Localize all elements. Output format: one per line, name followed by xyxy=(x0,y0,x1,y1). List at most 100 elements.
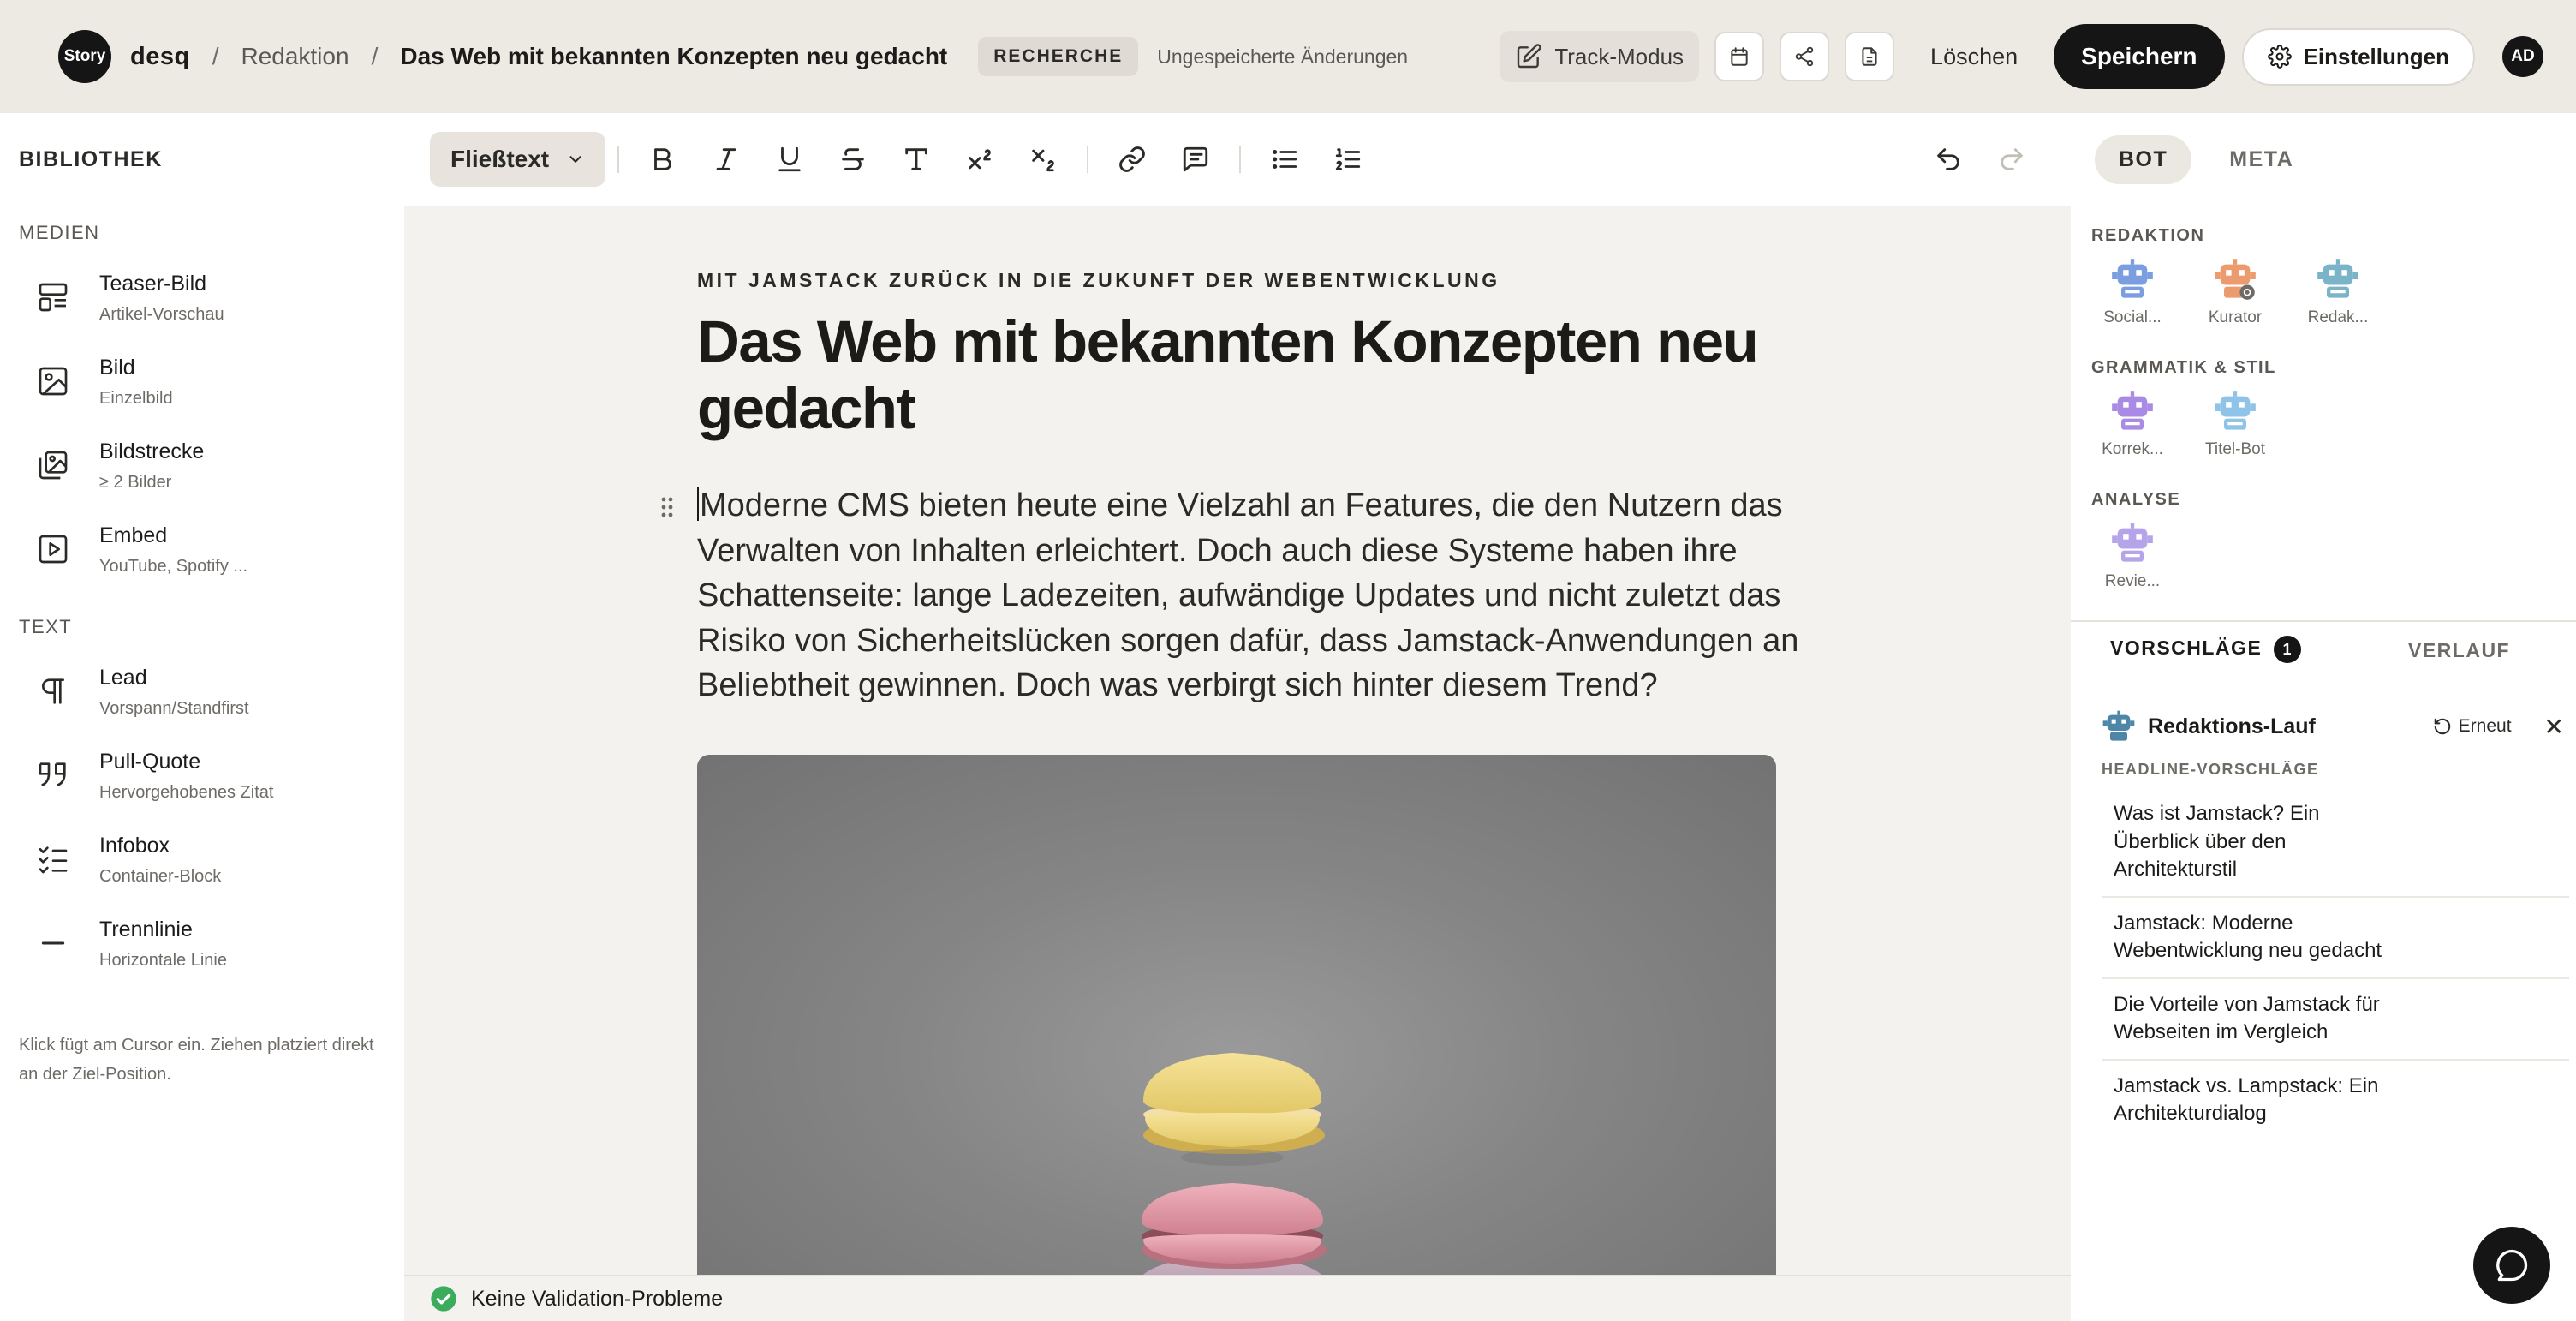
headline-suggestion[interactable]: Was ist Jamstack? Ein Überblick über den… xyxy=(2102,788,2569,898)
tab-history[interactable]: VERLAUF xyxy=(2408,639,2510,662)
bot-group-title: REDAKTION xyxy=(2091,226,2205,245)
robot-icon xyxy=(2215,259,2256,300)
user-avatar[interactable]: AD xyxy=(2502,36,2543,77)
link-button[interactable] xyxy=(1106,133,1159,186)
app-logo[interactable]: Story xyxy=(58,30,111,83)
italic-button[interactable] xyxy=(700,133,753,186)
drag-handle-icon[interactable] xyxy=(659,495,675,523)
image-icon xyxy=(39,367,68,396)
library-item-lead[interactable]: Lead Vorspann/Standfirst xyxy=(19,664,385,748)
bullet-list-button[interactable] xyxy=(1258,133,1311,186)
bot-group-title: GRAMMATIK & STIL xyxy=(2091,358,2276,377)
bot-label: Social... xyxy=(2103,308,2162,326)
status-badge[interactable]: RECHERCHE xyxy=(978,37,1139,76)
settings-button[interactable]: Einstellungen xyxy=(2241,27,2475,86)
library-item-sub: YouTube, Spotify ... xyxy=(99,557,248,576)
breadcrumb-section[interactable]: Redaktion xyxy=(241,43,349,70)
bold-button[interactable] xyxy=(636,133,689,186)
schedule-button[interactable] xyxy=(1714,32,1765,81)
brand-name: desq xyxy=(130,42,190,70)
quote-icon xyxy=(39,762,66,786)
retry-button[interactable]: Erneut xyxy=(2433,716,2512,737)
link-icon xyxy=(1119,146,1145,172)
tab-suggestions[interactable]: VORSCHLÄGE 1 xyxy=(2110,636,2302,663)
retry-label: Erneut xyxy=(2458,716,2512,736)
underline-button[interactable] xyxy=(763,133,816,186)
share-button[interactable] xyxy=(1780,32,1830,81)
validation-status-bar: Keine Validation-Probleme xyxy=(404,1275,2071,1321)
library-item-embed[interactable]: Embed YouTube, Spotify ... xyxy=(19,522,385,606)
bot-editorial[interactable]: Redak... xyxy=(2295,257,2381,327)
bullet-list-icon xyxy=(1273,149,1297,170)
bot-title[interactable]: Titel-Bot xyxy=(2192,389,2278,459)
comment-button[interactable] xyxy=(1169,133,1222,186)
headline-suggestion-text: Was ist Jamstack? Ein Überblick über den… xyxy=(2114,802,2320,881)
bot-curator[interactable]: Kurator xyxy=(2192,257,2278,327)
robot-icon xyxy=(2215,391,2256,430)
close-icon[interactable]: ✕ xyxy=(2544,713,2564,741)
numbered-list-button[interactable] xyxy=(1321,133,1374,186)
text-cursor xyxy=(697,487,699,521)
robot-icon xyxy=(2112,259,2153,298)
paragraph-style-select[interactable]: Fließtext xyxy=(430,132,606,187)
assistant-panel: BOT META REDAKTION Social... Kurator Red… xyxy=(2071,113,2576,1321)
document-icon xyxy=(1862,47,1877,66)
headline-suggestion[interactable]: Jamstack: Moderne Webentwicklung neu ged… xyxy=(2102,898,2569,979)
bot-reviewer[interactable]: Revie... xyxy=(2090,521,2175,591)
underline-icon xyxy=(778,146,801,172)
library-sidebar: BIBLIOTHEK MEDIEN Teaser-Bild Artikel-Vo… xyxy=(0,113,404,1321)
comment-icon xyxy=(1183,146,1208,172)
library-item-pull-quote[interactable]: Pull-Quote Hervorgehobenes Zitat xyxy=(19,748,385,832)
text-type-button[interactable] xyxy=(890,133,943,186)
italic-icon xyxy=(716,148,736,170)
library-item-divider[interactable]: Trennlinie Horizontale Linie xyxy=(19,916,385,1000)
bot-proofreader[interactable]: Korrek... xyxy=(2090,389,2175,459)
strikethrough-button[interactable] xyxy=(826,133,880,186)
library-item-sub: Artikel-Vorschau xyxy=(99,305,224,324)
headline-suggestion-text: Jamstack vs. Lampstack: Ein Architekturd… xyxy=(2114,1073,2379,1126)
library-item-gallery[interactable]: Bildstrecke ≥ 2 Bilder xyxy=(19,438,385,522)
superscript-icon xyxy=(969,149,991,170)
library-item-teaser-image[interactable]: Teaser-Bild Artikel-Vorschau xyxy=(19,270,385,354)
library-item-label: Embed xyxy=(99,523,168,547)
subscript-button[interactable] xyxy=(1017,133,1070,186)
article-kicker[interactable]: MIT JAMSTACK ZURÜCK IN DIE ZUKUNFT DER W… xyxy=(697,269,1500,292)
library-item-sub: Horizontale Linie xyxy=(99,951,227,970)
library-item-image[interactable]: Bild Einzelbild xyxy=(19,354,385,438)
tab-bot[interactable]: BOT xyxy=(2095,135,2192,184)
chevron-down-icon xyxy=(569,156,581,163)
document-button[interactable] xyxy=(1845,32,1895,81)
article-body-paragraph[interactable]: Moderne CMS bieten heute eine Vielzahl a… xyxy=(697,483,1802,708)
superscript-button[interactable] xyxy=(953,133,1006,186)
breadcrumb-separator: / xyxy=(371,43,379,69)
track-mode-button[interactable]: Track-Modus xyxy=(1500,31,1700,82)
bot-label: Revie... xyxy=(2104,572,2161,590)
library-item-infobox[interactable]: Infobox Container-Block xyxy=(19,832,385,916)
pencil-square-icon xyxy=(1518,44,1541,69)
save-button[interactable]: Speichern xyxy=(2054,24,2225,89)
gear-icon xyxy=(2267,45,2292,69)
redo-button[interactable] xyxy=(1985,133,2038,186)
tab-meta[interactable]: META xyxy=(2205,135,2317,184)
checklist-icon xyxy=(39,846,68,874)
headline-suggestion[interactable]: Die Vorteile von Jamstack für Webseiten … xyxy=(2102,979,2569,1061)
library-item-label: Teaser-Bild xyxy=(99,272,207,296)
redo-icon xyxy=(2001,148,2023,170)
headline-suggestions-label: HEADLINE-VORSCHLÄGE xyxy=(2102,761,2319,778)
library-item-sub: Vorspann/Standfirst xyxy=(99,699,249,718)
undo-button[interactable] xyxy=(1922,133,1975,186)
headline-suggestion[interactable]: Jamstack vs. Lampstack: Ein Architekturd… xyxy=(2102,1061,2569,1140)
delete-button[interactable]: Löschen xyxy=(1930,44,2018,70)
settings-label: Einstellungen xyxy=(2303,43,2449,69)
minus-icon xyxy=(41,941,65,945)
breadcrumb-current: Das Web mit bekannten Konzepten neu geda… xyxy=(400,43,948,69)
article-headline[interactable]: Das Web mit bekannten Konzepten neu geda… xyxy=(697,308,1793,442)
validation-text: Keine Validation-Probleme xyxy=(471,1286,724,1311)
chat-bubble-icon xyxy=(2496,1249,2528,1282)
bot-social[interactable]: Social... xyxy=(2090,257,2175,327)
chat-button[interactable] xyxy=(2473,1227,2550,1304)
library-item-sub: Einzelbild xyxy=(99,389,173,408)
library-item-sub: Hervorgehobenes Zitat xyxy=(99,783,274,802)
article-image[interactable] xyxy=(697,755,1776,1275)
library-item-label: Bildstrecke xyxy=(99,439,205,463)
